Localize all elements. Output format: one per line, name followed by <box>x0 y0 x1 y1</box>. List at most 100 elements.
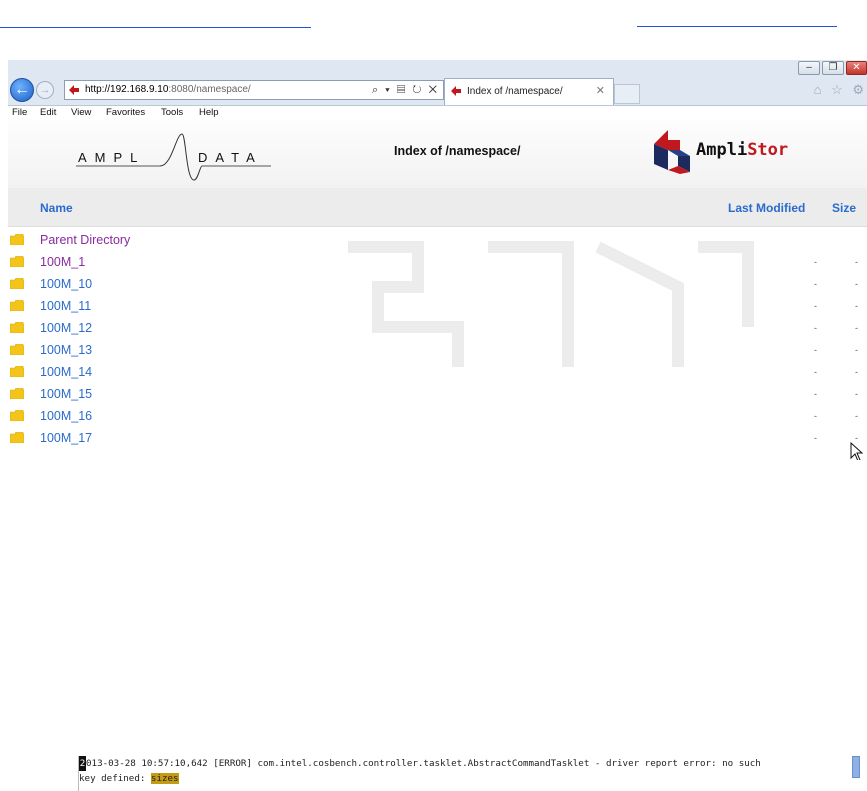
svg-text:AMPL: AMPL <box>78 150 145 165</box>
entry-size: - <box>855 323 858 333</box>
menu-favorites[interactable]: Favorites <box>106 106 145 120</box>
list-item[interactable]: 100M_13 - - <box>8 340 867 362</box>
browser-toolbar: ← → http://192.168.9.10:8080/namespace/ … <box>8 76 867 106</box>
amplistor-wordmark-b: Stor <box>747 140 789 160</box>
entry-last-modified: - <box>814 279 817 289</box>
page-content: AMPL DATA Index of /namespace/ AmpliStor <box>8 120 867 460</box>
tab-close-icon[interactable]: ✕ <box>596 79 605 104</box>
folder-icon <box>10 256 24 267</box>
new-tab-button[interactable] <box>614 84 640 104</box>
svg-text:DATA: DATA <box>198 150 263 165</box>
mouse-cursor-icon <box>850 442 864 460</box>
amplidata-logo: AMPL DATA <box>76 133 271 181</box>
log-line-2: key defined: sizes <box>79 771 179 786</box>
menu-file[interactable]: File <box>12 106 27 120</box>
entry-name-link[interactable]: 100M_11 <box>40 299 91 313</box>
log-output: 2013-03-28 10:57:10,642 [ERROR] com.inte… <box>78 756 867 791</box>
folder-icon <box>10 366 24 377</box>
entry-last-modified: - <box>814 389 817 399</box>
folder-icon <box>10 410 24 421</box>
log-highlight: sizes <box>150 773 179 784</box>
forward-button[interactable]: → <box>36 81 54 99</box>
entry-size: - <box>855 345 858 355</box>
menu-help[interactable]: Help <box>199 106 219 120</box>
list-item[interactable]: 100M_12 - - <box>8 318 867 340</box>
page-title: Index of /namespace/ <box>394 144 521 158</box>
list-item[interactable]: 100M_10 - - <box>8 274 867 296</box>
restore-button[interactable]: ❐ <box>822 61 844 75</box>
top-link-underline-left[interactable] <box>0 27 311 28</box>
menu-edit[interactable]: Edit <box>40 106 56 120</box>
list-item[interactable]: 100M_14 - - <box>8 362 867 384</box>
entry-size: - <box>855 279 858 289</box>
menu-bar: File Edit View Favorites Tools Help <box>8 106 867 120</box>
amplistor-favicon-icon <box>451 86 461 96</box>
text-caret: 2 <box>79 756 86 771</box>
amplistor-wordmark: AmpliStor <box>696 140 788 160</box>
entry-size: - <box>855 301 858 311</box>
entry-last-modified: - <box>814 257 817 267</box>
directory-listing: Parent Directory 100M_1- -100M_10- -100M_11… <box>8 227 867 460</box>
list-item[interactable]: 100M_15 - - <box>8 384 867 406</box>
toolbar-right-icons[interactable]: ⌂ ☆ ⚙ <box>814 82 867 98</box>
column-size-header[interactable]: Size <box>832 201 856 215</box>
minimize-button[interactable]: – <box>798 61 820 75</box>
entry-last-modified: - <box>814 367 817 377</box>
entry-size: - <box>855 389 858 399</box>
log-line-1: 2013-03-28 10:57:10,642 [ERROR] com.inte… <box>79 756 761 771</box>
entry-size: - <box>855 367 858 377</box>
list-item[interactable]: 100M_11 - - <box>8 296 867 318</box>
log-line-2-prefix: key defined: <box>79 773 151 784</box>
entry-name-link[interactable]: 100M_12 <box>40 321 92 335</box>
menu-view[interactable]: View <box>71 106 91 120</box>
amplistor-logo: AmpliStor <box>650 126 820 178</box>
folder-icon <box>10 322 24 333</box>
entry-name-link[interactable]: 100M_14 <box>40 365 92 379</box>
url-path: :8080/namespace/ <box>168 84 251 95</box>
entry-last-modified: - <box>814 323 817 333</box>
folder-icon <box>10 234 24 245</box>
entry-name-link[interactable]: 100M_15 <box>40 387 92 401</box>
entry-name-link[interactable]: 100M_10 <box>40 277 92 291</box>
folder-icon <box>10 278 24 289</box>
folder-icon <box>10 300 24 311</box>
address-url: http://192.168.9.10:8080/namespace/ <box>85 81 251 99</box>
entry-last-modified: - <box>814 433 817 443</box>
browser-tab[interactable]: Index of /namespace/ ✕ <box>444 78 614 105</box>
amplistor-wordmark-a: Ampli <box>696 140 748 160</box>
url-host: http://192.168.9.10 <box>85 84 169 95</box>
column-last-modified-header[interactable]: Last Modified <box>728 201 805 215</box>
window-titlebar: – ❐ ✕ <box>8 60 867 76</box>
log-line-1-text: 013-03-28 10:57:10,642 [ERROR] com.intel… <box>86 758 761 769</box>
entry-size: - <box>855 411 858 421</box>
amplistor-favicon-icon <box>69 85 79 95</box>
tab-title: Index of /namespace/ <box>467 86 563 97</box>
entry-name-link[interactable]: 100M_17 <box>40 431 92 445</box>
list-item[interactable]: Parent Directory <box>8 230 867 252</box>
list-item[interactable]: 100M_1 - - <box>8 252 867 274</box>
folder-icon <box>10 432 24 443</box>
entry-size: - <box>855 257 858 267</box>
list-item[interactable]: 100M_17- - <box>8 428 867 450</box>
folder-icon <box>10 344 24 355</box>
entry-name-link[interactable]: 100M_16 <box>40 409 92 423</box>
close-window-button[interactable]: ✕ <box>846 61 867 75</box>
log-scrollbar[interactable] <box>852 756 860 778</box>
entry-name-link[interactable]: Parent Directory <box>40 233 130 247</box>
entry-last-modified: - <box>814 345 817 355</box>
list-item[interactable]: 100M_16 - - <box>8 406 867 428</box>
column-name-header[interactable]: Name <box>40 201 73 215</box>
entry-last-modified: - <box>814 411 817 421</box>
top-link-underline-right[interactable] <box>637 26 837 27</box>
entry-name-link[interactable]: 100M_1 <box>40 255 85 269</box>
page-header: AMPL DATA Index of /namespace/ AmpliStor <box>8 120 867 188</box>
entry-last-modified: - <box>814 301 817 311</box>
browser-window: – ❐ ✕ ← → http://192.168.9.10:8080/names… <box>8 60 867 460</box>
address-tools[interactable]: ⌕ ▾ ▤ ↻ ✕ <box>372 81 439 99</box>
listing-header: Name Last Modified Size <box>8 188 867 227</box>
address-bar[interactable]: http://192.168.9.10:8080/namespace/ ⌕ ▾ … <box>64 80 444 100</box>
amplistor-mark-icon <box>654 130 690 174</box>
back-button[interactable]: ← <box>10 78 34 102</box>
menu-tools[interactable]: Tools <box>161 106 183 120</box>
entry-name-link[interactable]: 100M_13 <box>40 343 92 357</box>
